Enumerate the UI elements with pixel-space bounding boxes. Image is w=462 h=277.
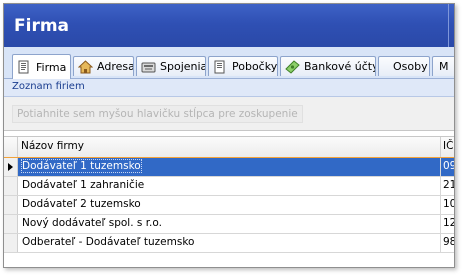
table-row[interactable]: Dodávateľ 2 tuzemsko 10 (4, 196, 454, 215)
tab-label: Bankové účty (304, 60, 376, 73)
column-header-label: Názov firmy (21, 140, 84, 152)
tab-bankove-ucty[interactable]: Bankové účty (280, 56, 376, 76)
group-by-panel[interactable]: Potiahnite sem myšou hlavičku stĺpca pre… (4, 97, 454, 131)
cell-text: Dodávateľ 2 tuzemsko (22, 198, 141, 210)
tab-label: M (439, 60, 449, 73)
cell-nazov[interactable]: Dodávateľ 1 tuzemsko (18, 158, 441, 176)
title-divider (448, 4, 449, 47)
column-header-label: IČ (443, 140, 454, 152)
tab-label: Spojenia (160, 60, 206, 73)
cell-nazov[interactable]: Dodávateľ 1 zahraničie (18, 177, 441, 195)
tab-osoby[interactable]: Osoby (378, 56, 430, 76)
table-row[interactable]: Odberateľ - Dodávateľ tuzemsko 98 (4, 234, 454, 253)
tab-label: Osoby (393, 60, 428, 73)
cell-ic[interactable]: 98 (441, 234, 454, 252)
cell-ic[interactable]: 21 (441, 177, 454, 195)
cell-text: Dodávateľ 1 zahraničie (22, 179, 145, 191)
tab-spojenia[interactable]: Spojenia (136, 56, 206, 76)
column-header-nazov[interactable]: Názov firmy (17, 137, 441, 157)
cell-text: Dodávateľ 1 tuzemsko (21, 159, 142, 173)
table-row[interactable]: Dodávateľ 1 zahraničie 21 (4, 177, 454, 196)
table-row[interactable]: Dodávateľ 1 tuzemsko 09 (4, 158, 454, 177)
row-indicator (4, 215, 18, 233)
table-body: Dodávateľ 1 tuzemsko 09 Dodávateľ 1 zahr… (4, 158, 454, 253)
row-indicator-header (4, 137, 18, 157)
cell-text: 09 (443, 160, 454, 172)
tab-label: Pobočky (232, 60, 278, 73)
cell-ic[interactable]: 10 (441, 196, 454, 214)
cell-text: Nový dodávateľ spol. s r.o. (22, 217, 162, 229)
cell-text: Odberateľ - Dodávateľ tuzemsko (22, 236, 195, 248)
cell-text: 10 (443, 198, 454, 210)
money-icon (285, 59, 300, 74)
tab-pobocky[interactable]: Pobočky (208, 56, 278, 76)
cell-ic[interactable]: 09 (441, 158, 454, 176)
row-indicator (4, 196, 18, 214)
grid-caption-text: Zoznam firiem (12, 81, 85, 92)
tab-label: Adresa (97, 60, 134, 73)
cell-nazov[interactable]: Dodávateľ 2 tuzemsko (18, 196, 441, 214)
document-icon (213, 60, 228, 74)
house-icon (77, 59, 94, 74)
window-title: Firma (14, 16, 70, 36)
tab-strip: Firma Adresa Spojenia Pobočky Bankové úč… (4, 47, 454, 79)
table-row[interactable]: Nový dodávateľ spol. s r.o. 12 (4, 215, 454, 234)
title-bar: Firma (4, 4, 454, 47)
grid-area: Zoznam firiem Potiahnite sem myšou hlavi… (4, 79, 454, 267)
row-indicator (4, 158, 18, 176)
tab-more[interactable]: M (432, 56, 454, 76)
row-indicator (4, 177, 18, 195)
firma-window: Firma Firma Adresa Spojenia Pobočky Bank… (3, 3, 455, 268)
column-header-ic[interactable]: IČ (441, 137, 454, 157)
column-header-row: Názov firmy IČ (4, 136, 454, 159)
current-row-arrow-icon (8, 163, 13, 171)
cell-text: 98 (443, 236, 454, 248)
tab-firma[interactable]: Firma (12, 54, 71, 79)
cell-text: 21 (443, 179, 454, 191)
phone-icon (141, 60, 156, 74)
tab-adresa[interactable]: Adresa (73, 56, 134, 76)
cell-ic[interactable]: 12 (441, 215, 454, 233)
cell-nazov[interactable]: Nový dodávateľ spol. s r.o. (18, 215, 441, 233)
document-icon (17, 60, 32, 74)
row-indicator (4, 234, 18, 252)
cell-text: 12 (443, 217, 454, 229)
group-by-hint: Potiahnite sem myšou hlavičku stĺpca pre… (12, 105, 303, 123)
cell-nazov[interactable]: Odberateľ - Dodávateľ tuzemsko (18, 234, 441, 252)
grid-caption: Zoznam firiem (4, 79, 454, 97)
tab-label: Firma (36, 60, 67, 74)
